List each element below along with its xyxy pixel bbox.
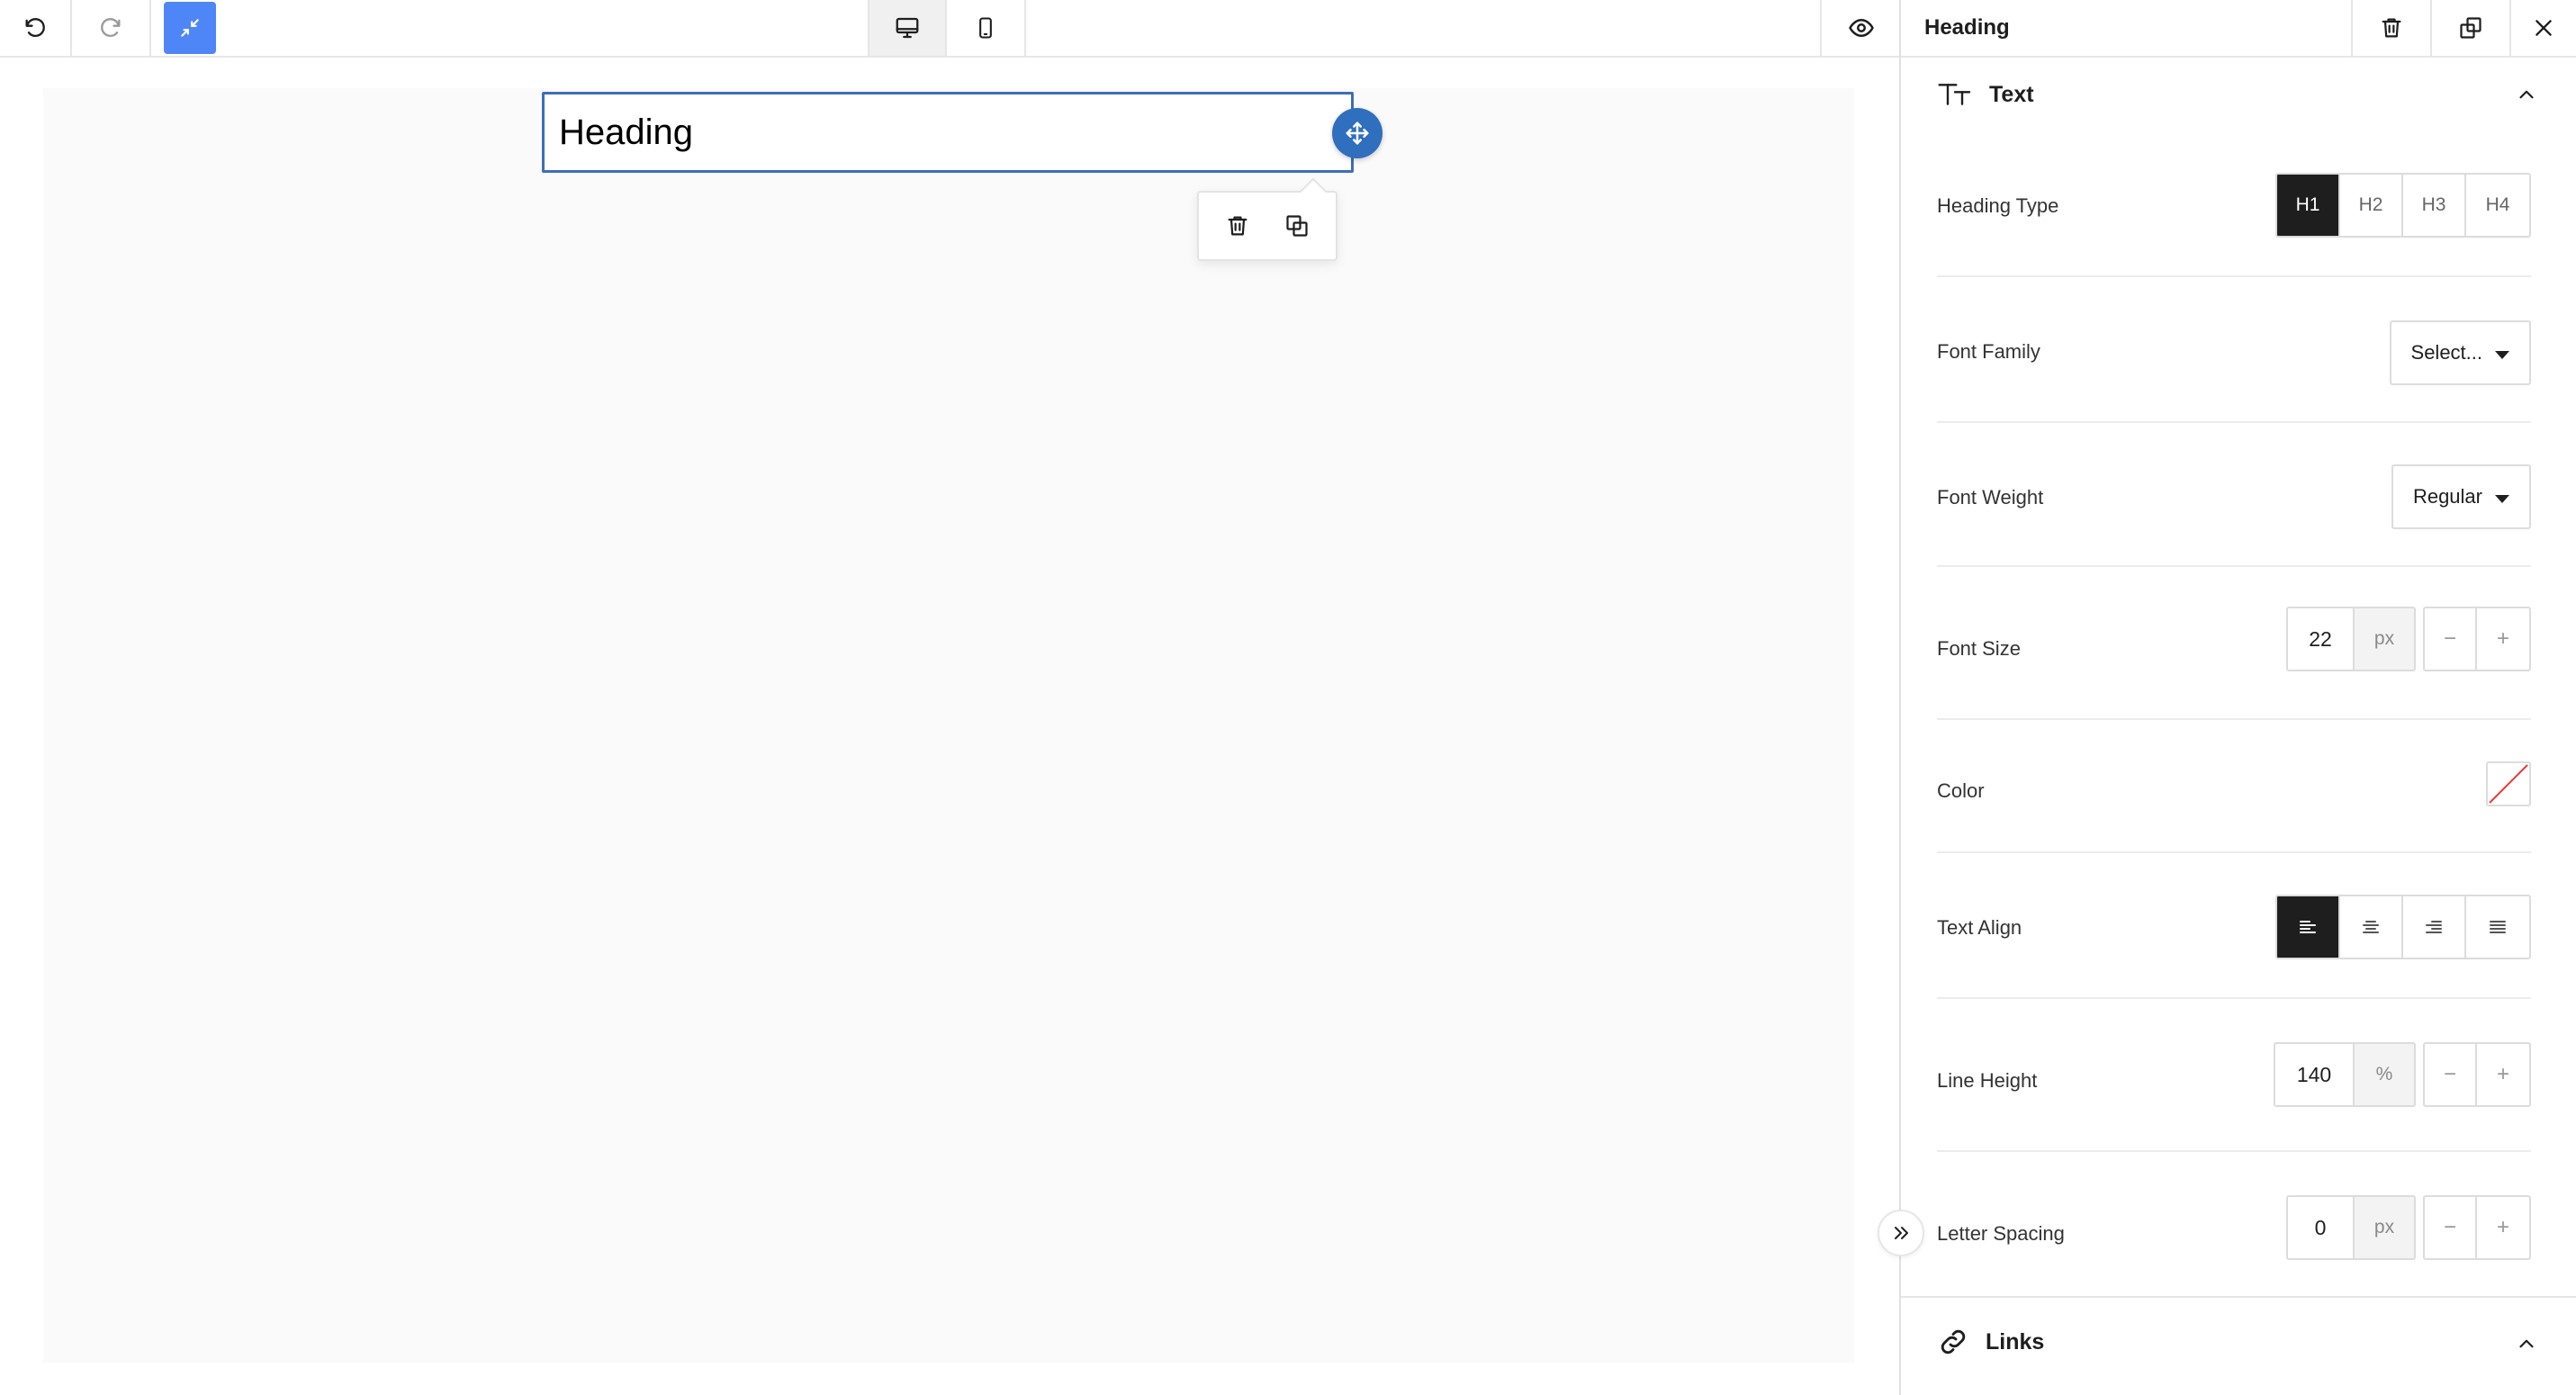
font-size-row: Font Size 22 px − + xyxy=(1937,567,2531,720)
caret-down-icon xyxy=(2495,495,2509,503)
color-label: Color xyxy=(1937,779,1985,802)
drag-handle[interactable] xyxy=(1332,108,1383,158)
font-size-control: 22 px − + xyxy=(2286,607,2531,671)
align-right-icon xyxy=(2426,921,2442,933)
letter-spacing-unit: px xyxy=(2355,1195,2416,1260)
properties-panel: Heading Text Heading Type H1 H2 H3 H4 Fo… xyxy=(1899,0,2576,1395)
redo-icon xyxy=(101,18,121,38)
heading-type-h4[interactable]: H4 xyxy=(2466,175,2529,236)
text-align-selector xyxy=(2275,895,2531,959)
no-color-icon xyxy=(2489,764,2528,804)
letter-spacing-row: Letter Spacing 0 px − + xyxy=(1937,1152,2531,1296)
eye-icon xyxy=(1849,19,1874,37)
panel-close-button[interactable] xyxy=(2509,0,2576,56)
font-family-select[interactable]: Select... xyxy=(2389,320,2531,385)
undo-icon xyxy=(25,18,45,38)
panel-duplicate-button[interactable] xyxy=(2430,0,2509,56)
heading-block-text[interactable]: Heading xyxy=(559,112,693,153)
heading-type-h3[interactable]: H3 xyxy=(2403,175,2466,236)
line-height-unit: % xyxy=(2355,1042,2416,1107)
line-height-label: Line Height xyxy=(1937,1069,2038,1092)
top-toolbar xyxy=(0,0,1901,58)
move-icon xyxy=(1346,122,1369,145)
panel-delete-button[interactable] xyxy=(2351,0,2430,56)
undo-button[interactable] xyxy=(0,0,72,56)
font-size-label: Font Size xyxy=(1937,637,2021,660)
chevrons-right-icon xyxy=(1895,1227,1908,1239)
align-justify-icon xyxy=(2490,921,2506,933)
heading-type-selector: H1 H2 H3 H4 xyxy=(2275,173,2531,238)
font-size-increment[interactable]: + xyxy=(2477,607,2531,671)
editor-canvas-area xyxy=(0,58,1899,1395)
letter-spacing-control: 0 px − + xyxy=(2286,1195,2531,1260)
chevron-up-icon xyxy=(2519,1339,2534,1348)
panel-header: Heading xyxy=(1901,0,2576,58)
font-size-unit: px xyxy=(2355,607,2416,671)
color-row: Color xyxy=(1937,720,2531,853)
link-icon xyxy=(1941,1329,1966,1354)
chevron-up-icon xyxy=(2519,90,2534,99)
close-icon xyxy=(2535,20,2552,36)
align-center-icon xyxy=(2363,921,2379,933)
font-family-row: Font Family Select... xyxy=(1937,277,2531,423)
block-delete-button[interactable] xyxy=(1212,201,1263,251)
font-size-input[interactable]: 22 xyxy=(2286,607,2355,671)
line-height-row: Line Height 140 % − + xyxy=(1937,999,2531,1152)
collapse-icon xyxy=(181,19,199,37)
preview-button[interactable] xyxy=(1820,0,1901,56)
text-align-row: Text Align xyxy=(1937,853,2531,999)
mobile-view-button[interactable] xyxy=(947,0,1026,56)
desktop-view-button[interactable] xyxy=(868,0,947,56)
trash-icon xyxy=(2382,18,2401,38)
font-family-value: Select... xyxy=(2410,341,2482,364)
heading-type-h1[interactable]: H1 xyxy=(2277,175,2340,236)
collapse-panel-button[interactable] xyxy=(1878,1210,1924,1256)
letter-spacing-decrement[interactable]: − xyxy=(2423,1195,2477,1260)
letter-spacing-increment[interactable]: + xyxy=(2477,1195,2531,1260)
color-swatch[interactable] xyxy=(2486,761,2531,806)
heading-type-h2[interactable]: H2 xyxy=(2340,175,2403,236)
font-size-decrement[interactable]: − xyxy=(2423,607,2477,671)
align-left-icon xyxy=(2300,921,2316,933)
heading-block[interactable]: Heading xyxy=(542,92,1354,173)
desktop-icon xyxy=(896,17,919,39)
trash-icon xyxy=(1228,216,1247,236)
panel-title: Heading xyxy=(1924,15,2010,40)
font-weight-select[interactable]: Regular xyxy=(2391,464,2531,529)
font-weight-row: Font Weight Regular xyxy=(1937,423,2531,567)
heading-type-row: Heading Type H1 H2 H3 H4 xyxy=(1937,131,2531,277)
letter-spacing-label: Letter Spacing xyxy=(1937,1222,2065,1245)
line-height-control: 140 % − + xyxy=(2274,1042,2531,1107)
heading-type-label: Heading Type xyxy=(1937,194,2059,217)
align-justify-button[interactable] xyxy=(2466,896,2529,958)
align-center-button[interactable] xyxy=(2340,896,2403,958)
text-section-label: Text xyxy=(1989,81,2034,107)
duplicate-icon xyxy=(1286,215,1308,237)
font-weight-value: Regular xyxy=(2412,485,2482,508)
page-canvas[interactable] xyxy=(43,88,1854,1363)
line-height-decrement[interactable]: − xyxy=(2423,1042,2477,1107)
text-section-header[interactable]: Text xyxy=(1901,58,2576,131)
text-align-label: Text Align xyxy=(1937,916,2022,939)
letter-spacing-input[interactable]: 0 xyxy=(2286,1195,2355,1260)
block-duplicate-button[interactable] xyxy=(1272,201,1322,251)
align-right-button[interactable] xyxy=(2403,896,2466,958)
mobile-icon xyxy=(979,17,992,39)
links-section-label: Links xyxy=(1986,1328,2045,1354)
caret-down-icon xyxy=(2495,351,2509,359)
block-actions-popover xyxy=(1197,191,1338,261)
line-height-input[interactable]: 140 xyxy=(2274,1042,2355,1107)
line-height-increment[interactable]: + xyxy=(2477,1042,2531,1107)
duplicate-icon xyxy=(2460,17,2481,39)
redo-button[interactable] xyxy=(72,0,151,56)
collapse-view-button[interactable] xyxy=(164,2,216,54)
font-weight-label: Font Weight xyxy=(1937,486,2044,508)
font-family-label: Font Family xyxy=(1937,340,2040,363)
align-left-button[interactable] xyxy=(2277,896,2340,958)
links-section-header[interactable]: Links xyxy=(1901,1296,2576,1386)
text-type-icon xyxy=(1938,84,1971,105)
